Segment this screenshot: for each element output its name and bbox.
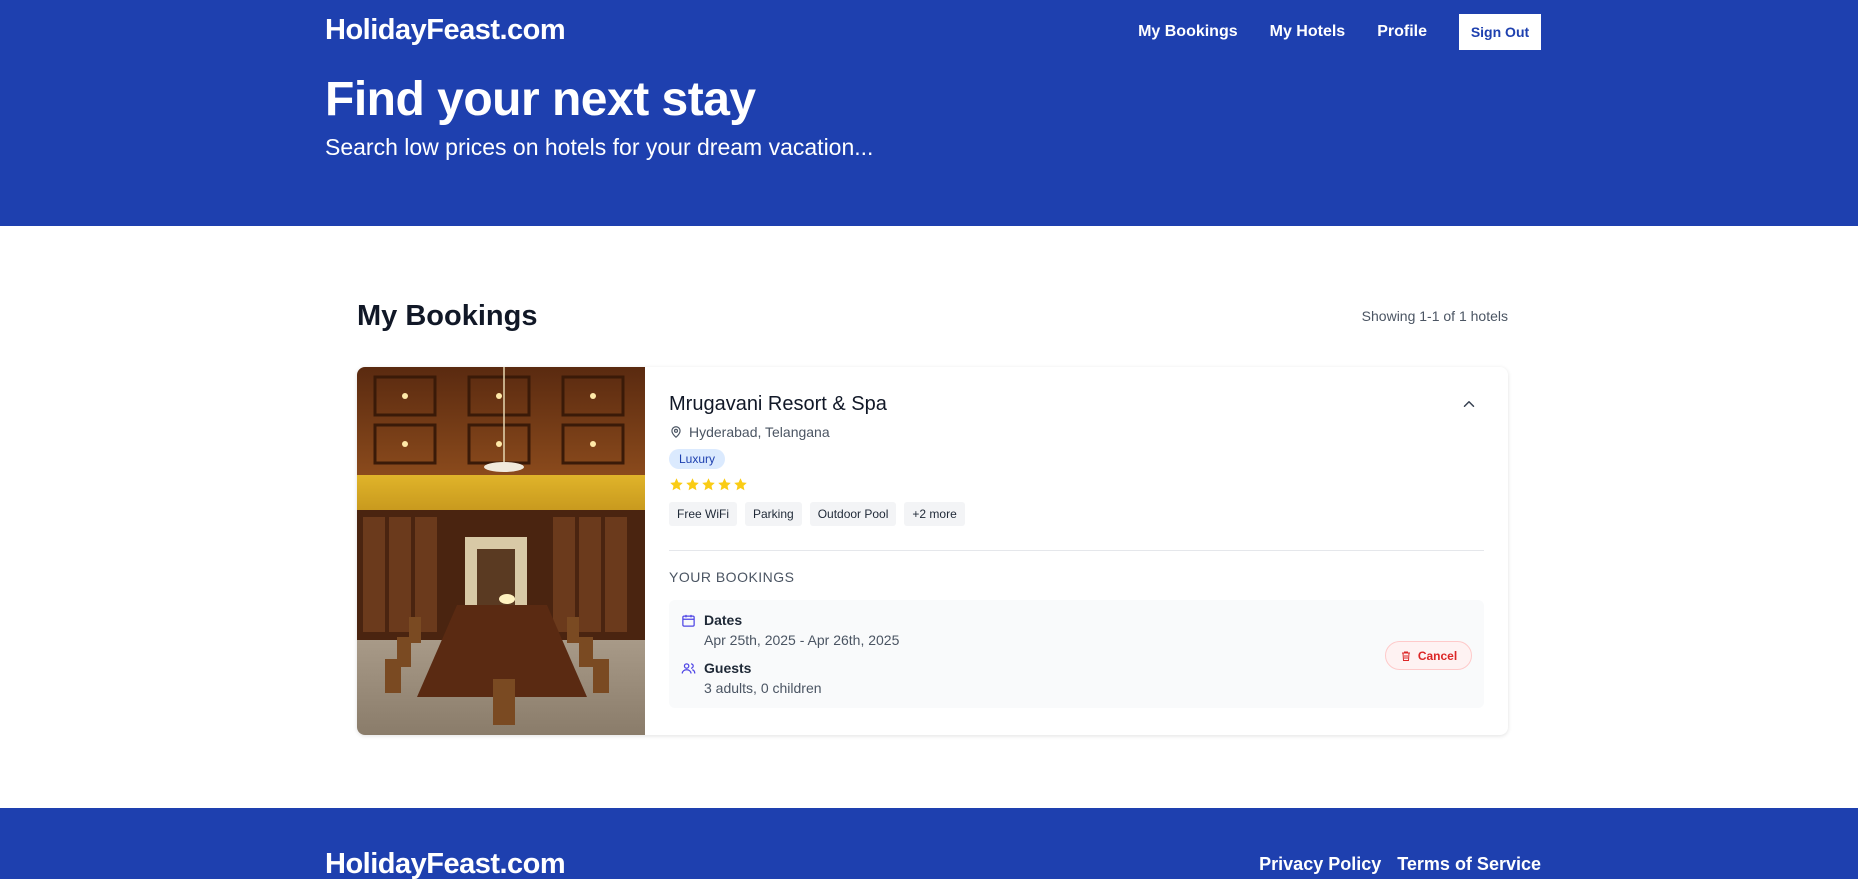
dates-label: Dates xyxy=(704,612,743,628)
hero-title: Find your next stay xyxy=(325,73,756,126)
booking-card: Mrugavani Resort & Spa Hyderabad, Telang… xyxy=(357,367,1508,735)
map-pin-icon xyxy=(671,426,681,439)
location-text: Hyderabad, Telangana xyxy=(689,424,830,440)
hero-subtitle: Search low prices on hotels for your dre… xyxy=(325,134,874,160)
star-rating xyxy=(669,477,749,492)
booking-entry: Dates Apr 25th, 2025 - Apr 26th, 2025 Gu… xyxy=(669,600,1484,708)
footer-links: Privacy Policy Terms of Service xyxy=(1243,854,1541,875)
hotel-location: Hyderabad, Telangana xyxy=(669,424,830,440)
footer-logo[interactable]: HolidayFeast.com xyxy=(325,848,566,881)
hotel-image xyxy=(357,367,645,735)
star-icon xyxy=(718,478,731,491)
facility-list: Free WiFi Parking Outdoor Pool +2 more xyxy=(669,502,973,526)
page-title: My Bookings xyxy=(357,300,538,332)
site-logo[interactable]: HolidayFeast.com xyxy=(325,14,566,47)
calendar-icon xyxy=(682,614,695,627)
nav-profile[interactable]: Profile xyxy=(1377,23,1427,41)
privacy-policy-link[interactable]: Privacy Policy xyxy=(1259,854,1381,875)
facility-tag: Free WiFi xyxy=(669,502,737,526)
cancel-label: Cancel xyxy=(1417,648,1458,663)
trash-icon xyxy=(1401,651,1410,661)
facility-tag: Parking xyxy=(745,502,802,526)
nav-my-hotels[interactable]: My Hotels xyxy=(1270,23,1346,41)
guests-value: 3 adults, 0 children xyxy=(704,680,822,696)
facility-more-tag[interactable]: +2 more xyxy=(904,502,965,526)
star-icon xyxy=(670,478,683,491)
results-count: Showing 1-1 of 1 hotels xyxy=(1361,308,1508,324)
chevron-up-icon[interactable] xyxy=(1460,395,1478,413)
dates-value: Apr 25th, 2025 - Apr 26th, 2025 xyxy=(704,632,900,648)
sign-out-button[interactable]: Sign Out xyxy=(1459,14,1541,50)
nav-my-bookings[interactable]: My Bookings xyxy=(1138,23,1238,41)
booking-dates: Dates Apr 25th, 2025 - Apr 26th, 2025 xyxy=(681,612,899,648)
terms-of-service-link[interactable]: Terms of Service xyxy=(1397,854,1541,875)
hotel-type-badge: Luxury xyxy=(669,449,726,469)
users-icon xyxy=(681,663,696,674)
your-bookings-heading: YOUR BOOKINGS xyxy=(669,569,795,585)
cancel-booking-button[interactable]: Cancel xyxy=(1385,641,1472,670)
star-icon xyxy=(686,478,699,491)
site-footer: HolidayFeast.com Privacy Policy Terms of… xyxy=(0,808,1858,881)
star-icon xyxy=(702,478,715,491)
site-header: HolidayFeast.com My Bookings My Hotels P… xyxy=(0,0,1858,226)
main-nav: My Bookings My Hotels Profile Sign Out xyxy=(1138,14,1541,50)
guests-label: Guests xyxy=(704,660,752,676)
booking-details: Mrugavani Resort & Spa Hyderabad, Telang… xyxy=(645,367,1508,735)
star-icon xyxy=(734,478,747,491)
divider xyxy=(669,550,1484,551)
hotel-name[interactable]: Mrugavani Resort & Spa xyxy=(669,393,887,416)
facility-tag: Outdoor Pool xyxy=(809,502,897,526)
booking-guests: Guests 3 adults, 0 children xyxy=(681,660,822,696)
